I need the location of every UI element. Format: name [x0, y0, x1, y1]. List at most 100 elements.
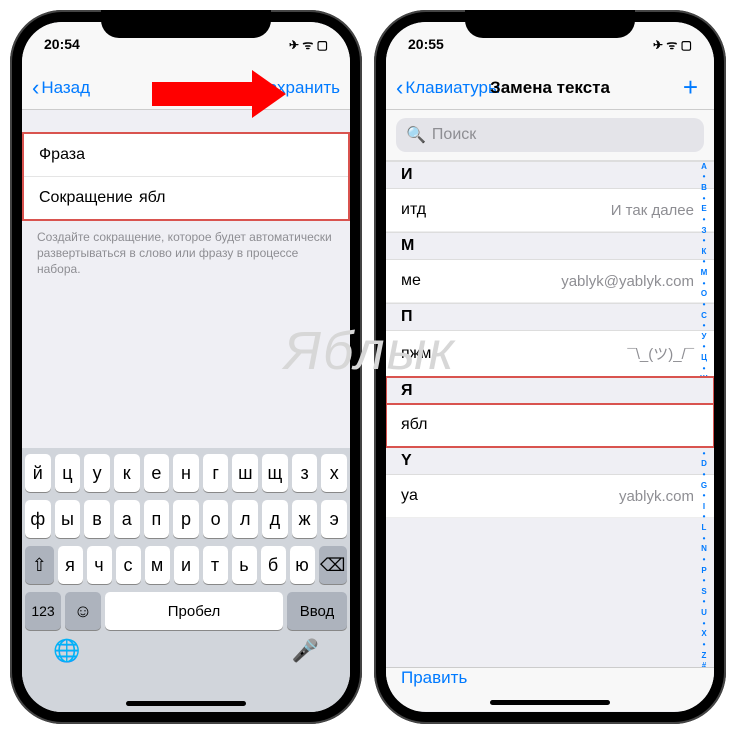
status-time: 20:55 [408, 36, 444, 52]
index-char[interactable]: • [703, 534, 706, 543]
key-н[interactable]: н [173, 454, 199, 492]
key-к[interactable]: к [114, 454, 140, 492]
space-key[interactable]: Пробел [105, 592, 283, 630]
back-button[interactable]: ‹ Назад [32, 75, 90, 101]
key-у[interactable]: у [84, 454, 110, 492]
list-item[interactable]: ябл [386, 404, 714, 447]
home-indicator[interactable] [126, 701, 246, 706]
home-indicator[interactable] [490, 700, 610, 705]
index-char[interactable]: • [703, 640, 706, 649]
shift-key[interactable]: ⇧ [25, 546, 54, 584]
back-button[interactable]: ‹ Клавиатуры [396, 75, 500, 101]
key-м[interactable]: м [145, 546, 170, 584]
index-char[interactable]: В [701, 183, 707, 192]
mic-icon[interactable]: 🎤 [292, 638, 319, 664]
key-й[interactable]: й [25, 454, 51, 492]
index-char[interactable]: Z [702, 651, 707, 660]
add-button[interactable]: + [683, 72, 704, 103]
item-phrase: И так далее [611, 202, 694, 219]
section-header: И [386, 161, 714, 189]
key-ю[interactable]: ю [290, 546, 315, 584]
index-char[interactable]: I [703, 502, 705, 511]
index-char[interactable]: • [703, 364, 706, 373]
key-а[interactable]: а [114, 500, 140, 538]
list-item[interactable]: итдИ так далее [386, 189, 714, 232]
index-char[interactable]: U [701, 608, 707, 617]
index-char[interactable]: • [703, 342, 706, 351]
list-item[interactable]: yayablyk.com [386, 475, 714, 518]
index-char[interactable]: • [703, 172, 706, 181]
index-char[interactable]: • [703, 321, 706, 330]
key-ы[interactable]: ы [55, 500, 81, 538]
key-ф[interactable]: ф [25, 500, 51, 538]
index-char[interactable]: • [703, 215, 706, 224]
key-л[interactable]: л [232, 500, 258, 538]
index-char[interactable]: • [703, 194, 706, 203]
list-item[interactable]: пжм¯\_(ツ)_/¯ [386, 331, 714, 377]
index-char[interactable]: З [701, 226, 706, 235]
index-char[interactable]: • [703, 449, 706, 458]
key-г[interactable]: г [203, 454, 229, 492]
index-char[interactable]: G [701, 481, 707, 490]
index-char[interactable]: • [703, 300, 706, 309]
index-char[interactable]: L [702, 523, 707, 532]
enter-key[interactable]: Ввод [287, 592, 347, 630]
index-char[interactable]: Ц [701, 353, 707, 362]
edit-button[interactable]: Править [401, 668, 467, 688]
index-char[interactable]: А [701, 162, 707, 171]
key-щ[interactable]: щ [262, 454, 288, 492]
key-б[interactable]: б [261, 546, 286, 584]
key-х[interactable]: х [321, 454, 347, 492]
index-char[interactable]: D [701, 459, 707, 468]
index-char[interactable]: • [703, 279, 706, 288]
index-char[interactable]: • [703, 491, 706, 500]
index-char[interactable]: • [703, 597, 706, 606]
key-в[interactable]: в [84, 500, 110, 538]
index-char[interactable]: • [703, 470, 706, 479]
list-item[interactable]: меyablyk@yablyk.com [386, 260, 714, 303]
index-char[interactable]: • [703, 576, 706, 585]
key-я[interactable]: я [58, 546, 83, 584]
key-ж[interactable]: ж [292, 500, 318, 538]
index-char[interactable]: • [703, 555, 706, 564]
index-char[interactable]: С [701, 311, 707, 320]
key-ь[interactable]: ь [232, 546, 257, 584]
index-char[interactable]: • [703, 236, 706, 245]
index-char[interactable]: • [703, 512, 706, 521]
backspace-key[interactable]: ⌫ [319, 546, 348, 584]
index-char[interactable]: Е [701, 204, 706, 213]
key-и[interactable]: и [174, 546, 199, 584]
search-icon: 🔍 [406, 125, 426, 145]
key-р[interactable]: р [173, 500, 199, 538]
key-д[interactable]: д [262, 500, 288, 538]
index-char[interactable]: • [703, 619, 706, 628]
index-char[interactable]: P [701, 566, 706, 575]
iphone-left: 20:54 ✈ ᯤ ▢ ‹ Назад Сохранить Фраза [10, 10, 362, 724]
globe-icon[interactable]: 🌐 [53, 638, 80, 664]
emoji-key[interactable]: ☺ [65, 592, 101, 630]
nav-title: Замена текста [490, 78, 610, 98]
index-char[interactable]: У [702, 332, 707, 341]
key-е[interactable]: е [144, 454, 170, 492]
index-char[interactable]: К [702, 247, 707, 256]
key-о[interactable]: о [203, 500, 229, 538]
index-char[interactable]: О [701, 289, 707, 298]
index-char[interactable]: X [701, 629, 706, 638]
index-char[interactable]: S [701, 587, 706, 596]
key-ч[interactable]: ч [87, 546, 112, 584]
key-п[interactable]: п [144, 500, 170, 538]
key-с[interactable]: с [116, 546, 141, 584]
key-з[interactable]: з [292, 454, 318, 492]
key-э[interactable]: э [321, 500, 347, 538]
key-т[interactable]: т [203, 546, 228, 584]
key-ш[interactable]: ш [232, 454, 258, 492]
index-char[interactable]: М [701, 268, 708, 277]
form-group-highlight: Фраза Сокращение ябл [22, 132, 350, 221]
numbers-key[interactable]: 123 [25, 592, 61, 630]
index-char[interactable]: N [701, 544, 707, 553]
shortcut-field[interactable]: Сокращение ябл [24, 177, 348, 219]
index-char[interactable]: • [703, 257, 706, 266]
key-ц[interactable]: ц [55, 454, 81, 492]
phrase-field[interactable]: Фраза [24, 134, 348, 177]
search-input[interactable]: 🔍 Поиск [396, 118, 704, 152]
